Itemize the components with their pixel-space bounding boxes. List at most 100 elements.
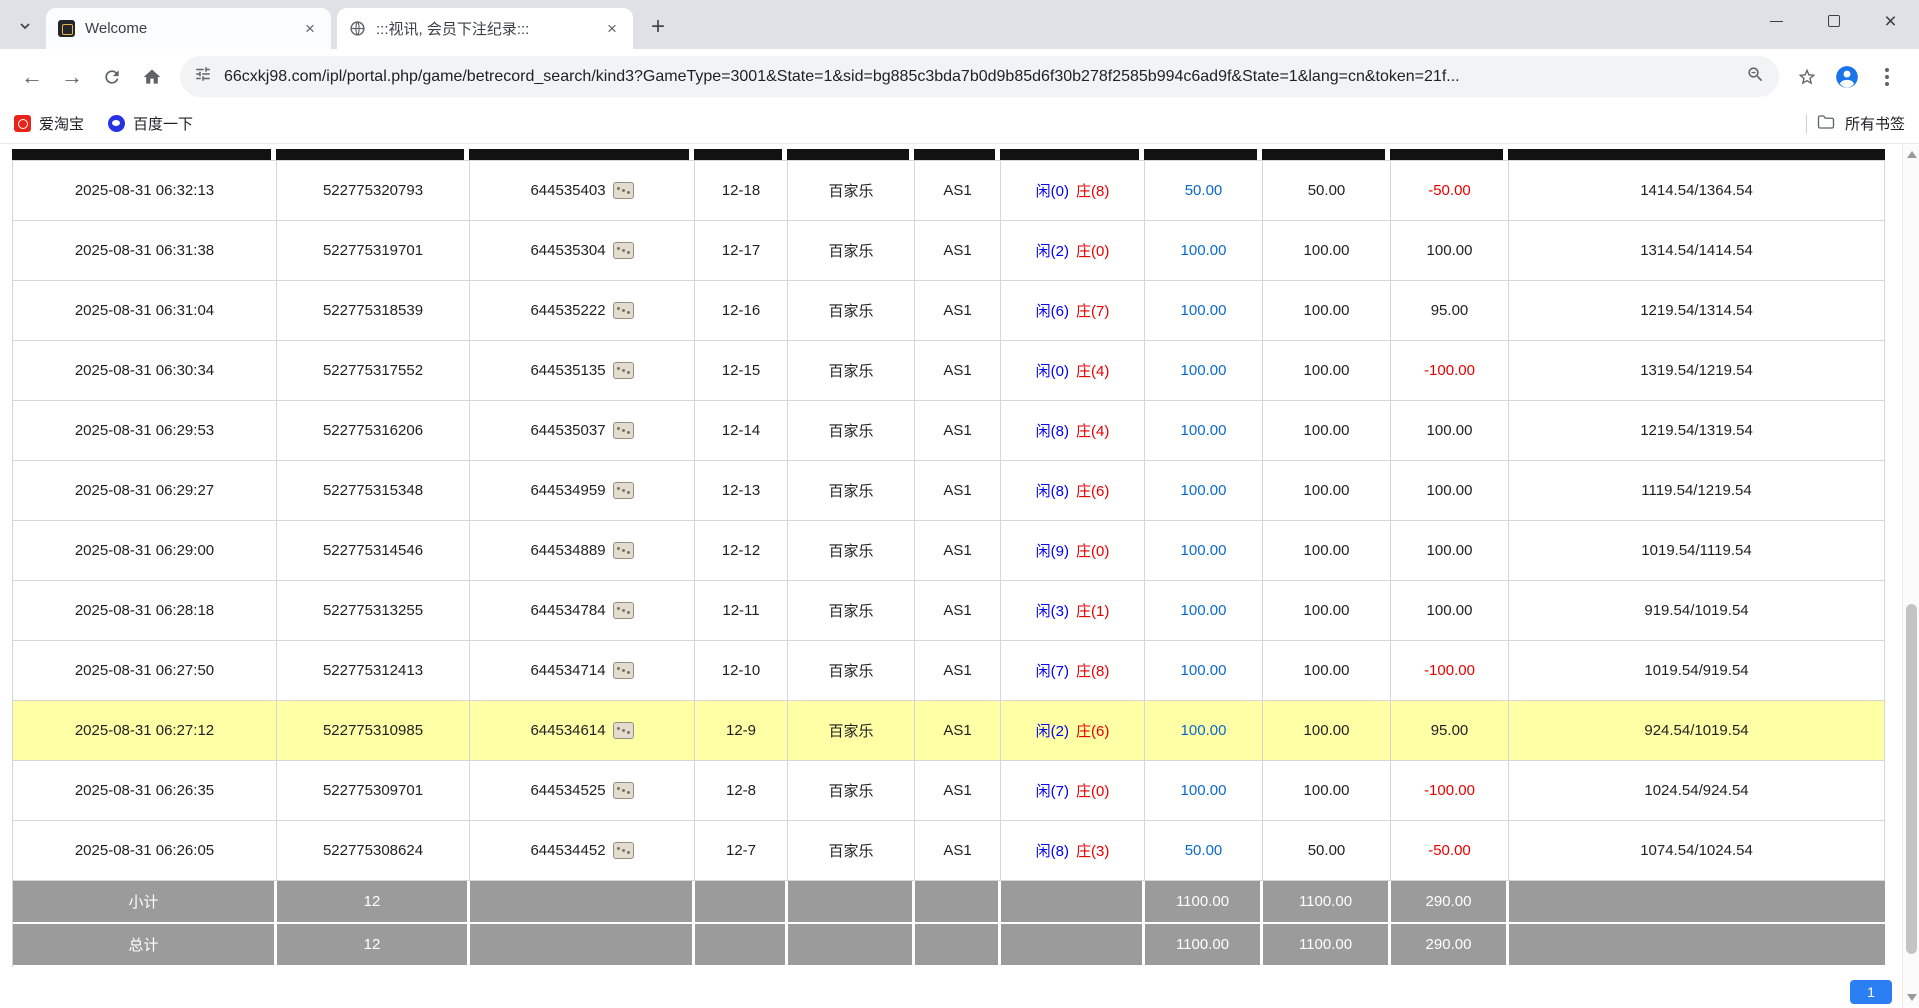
dice-icon[interactable] [613, 662, 634, 679]
dice-icon[interactable] [613, 482, 634, 499]
scroll-down-arrow[interactable] [1907, 994, 1917, 1001]
cell-game-type: 百家乐 [788, 161, 915, 221]
table-row[interactable]: 2025-08-31 06:26:05522775308624644534452… [13, 821, 1885, 881]
tab-betrecord[interactable]: :::视讯, 会员下注纪录::: × [337, 8, 633, 49]
cell-order-no: 522775319701 [277, 221, 470, 281]
minimize-button[interactable] [1748, 0, 1805, 42]
player-bet: 闲(0) [1036, 180, 1069, 201]
cell-table-name: AS1 [915, 341, 1001, 401]
table-row[interactable]: 2025-08-31 06:27:50522775312413644534714… [13, 641, 1885, 701]
cell-order-no: 522775318539 [277, 281, 470, 341]
banker-bet: 庄(0) [1076, 240, 1109, 261]
dice-icon[interactable] [613, 182, 634, 199]
maximize-button[interactable] [1805, 0, 1862, 42]
total-bet-amount: 1100.00 [1145, 924, 1263, 967]
tab-close-icon[interactable]: × [601, 18, 623, 40]
header-cell [469, 149, 694, 160]
cell-game-no: 644535304 [470, 221, 695, 281]
tab-welcome[interactable]: Welcome × [46, 8, 331, 49]
profile-avatar[interactable] [1827, 57, 1867, 97]
tab-close-icon[interactable]: × [299, 18, 321, 40]
dice-dots [622, 549, 625, 552]
cell-bet-content: 闲(8)庄(3) [1001, 821, 1145, 881]
cell-game-type: 百家乐 [788, 701, 915, 761]
close-button[interactable]: × [1862, 0, 1919, 42]
url-text[interactable]: 66cxkj98.com/ipl/portal.php/game/betreco… [224, 68, 1734, 86]
subtotal-valid-amount: 1100.00 [1263, 881, 1391, 924]
cell-round: 12-17 [695, 221, 788, 281]
table-row[interactable]: 2025-08-31 06:26:35522775309701644534525… [13, 761, 1885, 821]
back-button[interactable]: ← [12, 57, 52, 97]
menu-icon[interactable] [1867, 57, 1907, 97]
cell-order-no: 522775316206 [277, 401, 470, 461]
cell-valid-amount: 100.00 [1263, 281, 1391, 341]
table-row[interactable]: 2025-08-31 06:31:38522775319701644535304… [13, 221, 1885, 281]
dice-icon[interactable] [613, 722, 634, 739]
cell-bet-content: 闲(2)庄(0) [1001, 221, 1145, 281]
header-cell [1508, 149, 1885, 160]
cell-time: 2025-08-31 06:29:00 [13, 521, 277, 581]
cell-game-no: 644535037 [470, 401, 695, 461]
site-settings-icon[interactable] [194, 65, 212, 88]
refresh-button[interactable] [92, 57, 132, 97]
bookmark-label: 爱淘宝 [39, 113, 84, 134]
table-row[interactable]: 2025-08-31 06:29:00522775314546 644534889… [13, 521, 1885, 581]
table-row[interactable]: 2025-08-31 06:31:04522775318539644535222… [13, 281, 1885, 341]
table-row[interactable]: 2025-08-31 06:32:13522775320793644535403… [13, 161, 1885, 221]
total-row: 总计 12 1100.00 1100.00 290.00 [13, 924, 1885, 967]
cell-win-loss: 100.00 [1391, 221, 1509, 281]
dice-icon[interactable] [613, 602, 634, 619]
cell-round: 12-18 [695, 161, 788, 221]
table-row[interactable]: 2025-08-31 06:29:27522775315348644534959… [13, 461, 1885, 521]
cell-valid-amount: 100.00 [1263, 521, 1391, 581]
table-row[interactable]: 2025-08-31 06:30:34522775317552644535135… [13, 341, 1885, 401]
game-no-text: 644535037 [530, 422, 605, 439]
dice-icon[interactable] [613, 422, 634, 439]
dice-icon[interactable] [613, 362, 634, 379]
cell-order-no: 522775315348 [277, 461, 470, 521]
browser-toolbar: ← → 66cxkj98.com/ipl/portal.php/game/bet… [0, 49, 1919, 104]
bookmark-star-icon[interactable] [1787, 57, 1827, 97]
bookmark-aitaobao[interactable]: 爱淘宝 [14, 113, 84, 134]
url-bar[interactable]: 66cxkj98.com/ipl/portal.php/game/betreco… [180, 56, 1779, 97]
cell-bet-content: 闲(9)庄(0) [1001, 521, 1145, 581]
player-bet: 闲(7) [1036, 780, 1069, 801]
dice-icon[interactable] [613, 542, 634, 559]
cell-game-type: 百家乐 [788, 521, 915, 581]
cell-bet-amount: 100.00 [1145, 701, 1263, 761]
cell-table-name: AS1 [915, 641, 1001, 701]
pagination-page-button[interactable]: 1 [1850, 980, 1892, 1004]
forward-button[interactable]: → [52, 57, 92, 97]
dice-icon[interactable] [613, 842, 634, 859]
cell-bet-content: 闲(8)庄(4) [1001, 401, 1145, 461]
home-button[interactable] [132, 57, 172, 97]
zoom-icon[interactable] [1746, 65, 1765, 89]
banker-bet: 庄(6) [1076, 720, 1109, 741]
game-no-text: 644534889 [530, 542, 605, 559]
new-tab-button[interactable]: + [643, 12, 673, 42]
all-bookmarks[interactable]: 所有书签 [1806, 113, 1905, 134]
cell-order-no: 522775312413 [277, 641, 470, 701]
folder-icon [1817, 114, 1835, 134]
dice-icon[interactable] [613, 782, 634, 799]
cell-order-no: 522775314546 [277, 521, 470, 581]
cell-bet-content: 闲(3)庄(1) [1001, 581, 1145, 641]
bookmark-label: 百度一下 [133, 113, 193, 134]
cell-game-no: 644535135 [470, 341, 695, 401]
cell-bet-content: 闲(8)庄(6) [1001, 461, 1145, 521]
tab-search-chevron-icon[interactable] [10, 11, 40, 41]
table-row[interactable]: 2025-08-31 06:28:18522775313255644534784… [13, 581, 1885, 641]
scrollbar-thumb[interactable] [1906, 604, 1917, 954]
dice-icon[interactable] [613, 302, 634, 319]
table-row[interactable]: 2025-08-31 06:29:53522775316206644535037… [13, 401, 1885, 461]
bookmarks-bar: 爱淘宝 百度一下 所有书签 [0, 104, 1919, 144]
dice-dots [622, 609, 625, 612]
scrollbar[interactable] [1902, 144, 1919, 1008]
subtotal-row: 小计 12 1100.00 1100.00 290.00 [13, 881, 1885, 924]
cell-time: 2025-08-31 06:28:18 [13, 581, 277, 641]
dice-icon[interactable] [613, 242, 634, 259]
table-row[interactable]: 2025-08-31 06:27:12522775310985644534614… [13, 701, 1885, 761]
bookmark-baidu[interactable]: 百度一下 [108, 113, 193, 134]
cell-table-name: AS1 [915, 221, 1001, 281]
scroll-up-arrow[interactable] [1907, 151, 1917, 158]
